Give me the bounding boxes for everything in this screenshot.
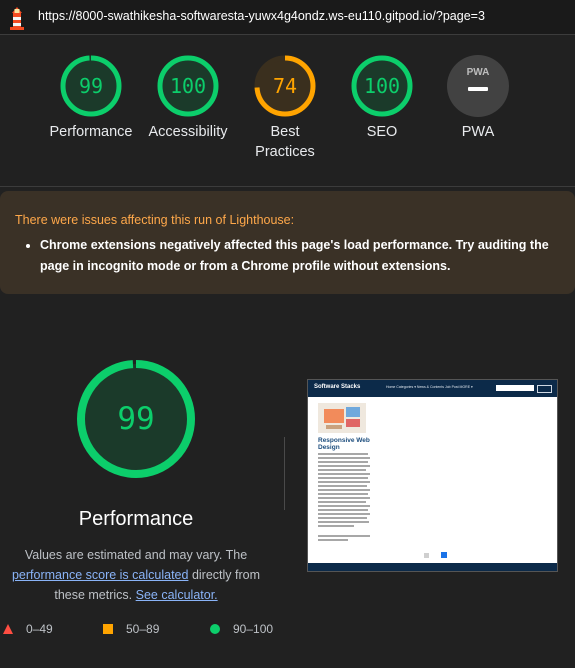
thumb-text-line xyxy=(318,525,354,527)
thumb-text-line xyxy=(318,469,366,471)
thumb-text-line xyxy=(318,493,368,495)
warning-list: Chrome extensions negatively affected th… xyxy=(15,227,560,277)
gauge-score: 100 xyxy=(169,74,207,98)
gauge-score: 100 xyxy=(363,74,401,98)
gauge-label: Performance xyxy=(49,124,133,140)
gauge-performance[interactable]: 99 Performance xyxy=(46,53,136,142)
thumb-navbar: Software Stacks Home Categories ▾ News &… xyxy=(308,380,557,397)
desc-prefix: Values are estimated and may vary. The xyxy=(24,548,248,562)
thumb-text-line xyxy=(318,539,348,541)
gauge-seo[interactable]: 100 SEO xyxy=(337,53,427,142)
thumb-text-line xyxy=(318,457,370,459)
svg-text:PWA: PWA xyxy=(467,67,490,78)
triangle-icon xyxy=(3,624,13,634)
thumb-image xyxy=(318,403,366,433)
thumb-text-line xyxy=(318,521,369,523)
final-screenshot[interactable]: Software Stacks Home Categories ▾ News &… xyxy=(307,379,558,572)
thumb-text-line xyxy=(318,477,368,479)
thumb-card-title: Responsive Web Design xyxy=(318,437,370,451)
thumb-text-line xyxy=(318,505,370,507)
thumb-text-line xyxy=(318,465,370,467)
thumb-illustration xyxy=(324,407,360,429)
thumb-pager-active xyxy=(441,552,447,558)
thumb-search xyxy=(496,385,534,391)
thumb-text-line xyxy=(318,453,368,455)
score-calculated-link[interactable]: performance score is calculated xyxy=(12,568,188,582)
warning-box: There were issues affecting this run of … xyxy=(0,191,575,294)
thumb-text-line xyxy=(318,489,370,491)
thumb-text-line xyxy=(318,535,370,537)
gauge-score: 74 xyxy=(272,74,298,98)
page-url[interactable]: https://8000-swathikesha-softwaresta-yuw… xyxy=(38,9,485,23)
gauge-label: Best Practices xyxy=(255,124,315,160)
thumb-text-line xyxy=(318,501,366,503)
pwa-badge-icon: PWA xyxy=(447,55,509,117)
circle-icon xyxy=(210,624,220,634)
thumb-pager-item xyxy=(424,553,429,558)
gauge-label: Accessibility xyxy=(148,124,228,140)
legend-range: 50–89 xyxy=(126,622,160,636)
warning-title: There were issues affecting this run of … xyxy=(15,213,295,227)
thumb-nav-links: Home Categories ▾ News & Contents Job Po… xyxy=(386,385,473,389)
thumb-text-line xyxy=(318,517,367,519)
gauge-score: 99 xyxy=(78,74,104,98)
see-calculator-link[interactable]: See calculator. xyxy=(136,588,218,602)
thumb-text-line xyxy=(318,461,368,463)
performance-score: 99 xyxy=(117,401,155,437)
thumb-brand: Software Stacks xyxy=(314,384,361,390)
vertical-divider xyxy=(284,437,285,510)
warning-item: Chrome extensions negatively affected th… xyxy=(40,235,560,277)
divider xyxy=(0,186,575,187)
gauge-best-practices[interactable]: 74 Best Practices xyxy=(240,53,330,162)
gauge-label: PWA xyxy=(461,124,495,140)
gauge-label: SEO xyxy=(366,124,398,140)
thumb-text-line xyxy=(318,509,368,511)
performance-title: Performance xyxy=(78,508,194,530)
thumb-text-line xyxy=(318,473,370,475)
thumb-search-button xyxy=(537,385,552,393)
thumb-text-line xyxy=(318,513,370,515)
gauge-accessibility[interactable]: 100 Accessibility xyxy=(143,53,233,142)
legend-range: 90–100 xyxy=(233,622,274,636)
performance-description: Values are estimated and may vary. The p… xyxy=(0,545,272,605)
square-icon xyxy=(103,624,113,634)
thumb-text-line xyxy=(318,497,370,499)
gauge-pwa[interactable]: PWA PWA xyxy=(433,53,523,142)
lighthouse-icon xyxy=(10,7,24,30)
legend-range: 0–49 xyxy=(26,622,53,636)
thumb-footer xyxy=(308,563,557,571)
thumb-text-line xyxy=(318,485,367,487)
thumb-text-line xyxy=(318,481,370,483)
url-bar: https://8000-swathikesha-softwaresta-yuw… xyxy=(0,0,575,35)
